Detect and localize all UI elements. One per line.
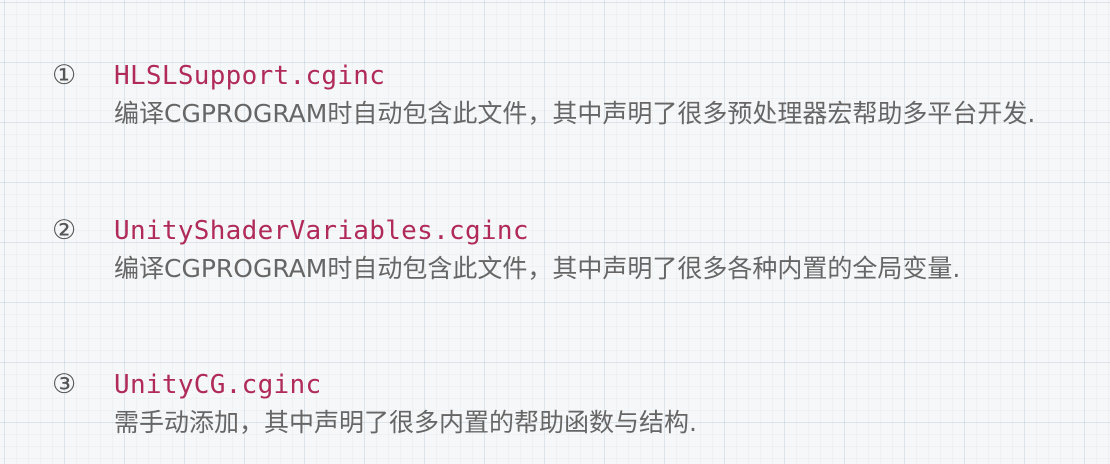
item-number-marker: ① xyxy=(52,60,77,91)
item-number-marker: ③ xyxy=(52,369,77,400)
list-item-header: ② UnityShaderVariables.cginc xyxy=(52,213,1072,249)
file-description: 需手动添加，其中声明了很多内置的帮助函数与结构. xyxy=(114,408,697,437)
file-description: 编译CGPROGRAM时自动包含此文件，其中声明了很多预处理器宏帮助多平台开发. xyxy=(114,99,1036,128)
list-item-unityshadervariables: ② UnityShaderVariables.cginc 编译CGPROGRAM… xyxy=(52,213,1072,289)
list-item-unitycg: ③ UnityCG.cginc 需手动添加，其中声明了很多内置的帮助函数与结构. xyxy=(52,367,1072,443)
list-item-header: ③ UnityCG.cginc xyxy=(52,367,1072,403)
list-item-header: ① HLSLSupport.cginc xyxy=(52,58,1072,94)
item-number-marker: ② xyxy=(52,215,77,246)
slide: ① HLSLSupport.cginc 编译CGPROGRAM时自动包含此文件，… xyxy=(0,0,1110,464)
file-name: HLSLSupport.cginc xyxy=(114,61,386,91)
file-description: 编译CGPROGRAM时自动包含此文件，其中声明了很多各种内置的全局变量. xyxy=(114,254,961,283)
file-name: UnityShaderVariables.cginc xyxy=(114,216,529,246)
file-name: UnityCG.cginc xyxy=(114,370,322,400)
list-item-hlslsupport: ① HLSLSupport.cginc 编译CGPROGRAM时自动包含此文件，… xyxy=(52,58,1072,134)
